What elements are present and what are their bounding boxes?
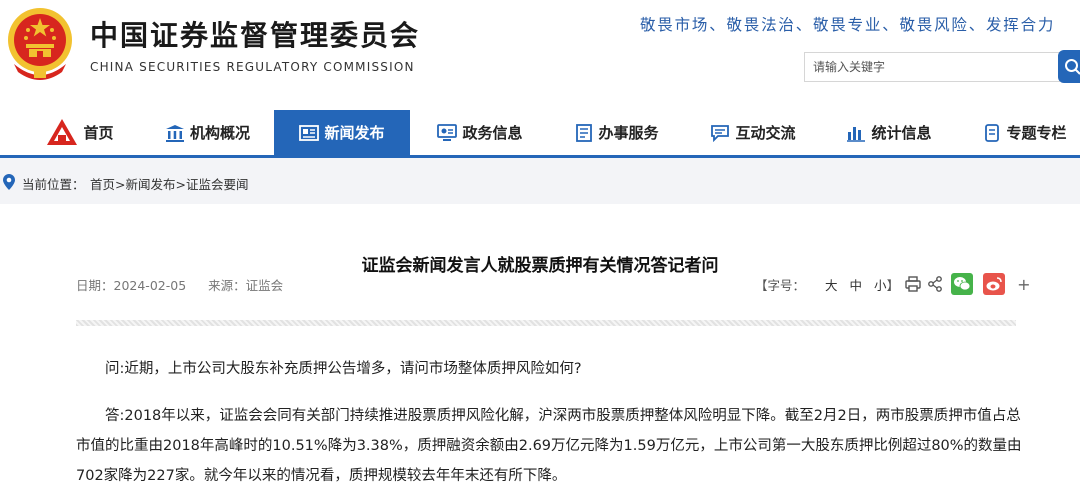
weibo-share-button[interactable]	[983, 273, 1006, 295]
font-size-close: 】	[886, 277, 900, 293]
news-icon	[299, 124, 320, 141]
font-size-label: 【字号：	[755, 277, 806, 293]
nav-label: 机构概况	[189, 124, 250, 142]
print-icon[interactable]	[905, 276, 921, 292]
org-name-en: CHINA SECURITIES REGULATORY COMMISSION	[90, 60, 415, 74]
nav-item-institution[interactable]: 机构概况	[150, 110, 265, 155]
breadcrumb-label: 当前位置：	[22, 177, 85, 192]
nav-label: 统计信息	[871, 124, 932, 142]
search-input[interactable]	[804, 52, 1060, 82]
nav-label: 新闻发布	[324, 124, 385, 142]
nav-item-services[interactable]: 办事服务	[562, 110, 672, 155]
article-tools: 【字号： 大 中 小 】 +	[755, 272, 1030, 296]
article-meta: 日期：2024-02-05 来源：证监会	[76, 275, 301, 294]
nav-item-interaction[interactable]: 互动交流	[698, 110, 808, 155]
nav-label: 首页	[83, 124, 114, 142]
org-name-cn: 中国证券监督管理委员会	[90, 19, 421, 52]
nav-item-home[interactable]: 首页	[30, 110, 130, 155]
article-date: 日期：2024-02-05	[76, 278, 187, 293]
building-icon	[165, 124, 184, 142]
form-icon	[576, 123, 593, 142]
monitor-icon	[437, 123, 458, 141]
nav-label: 政务信息	[462, 124, 523, 142]
nav-label: 互动交流	[735, 124, 796, 142]
font-size-small[interactable]: 小	[874, 275, 887, 294]
article-paragraph-answer: 答:2018年以来，证监会会同有关部门持续推进股票质押风险化解，沪深两市股票质押…	[76, 408, 1022, 484]
slogan: 敬畏市场、敬畏法治、敬畏专业、敬畏风险、发挥合力	[640, 16, 1056, 34]
article-card: 证监会新闻发言人就股票质押有关情况答记者问 日期：2024-02-05 来源：证…	[0, 204, 1080, 496]
search-icon	[1065, 59, 1080, 75]
chat-icon	[711, 124, 730, 142]
wechat-icon	[954, 277, 971, 291]
weibo-icon	[986, 277, 1002, 291]
font-size-large[interactable]: 大	[825, 275, 838, 294]
national-emblem-logo[interactable]	[4, 6, 76, 84]
breadcrumb-path[interactable]: 首页>新闻发布>证监会要闻	[90, 174, 248, 193]
site-header: 中国证券监督管理委员会 CHINA SECURITIES REGULATORY …	[0, 0, 1080, 110]
location-pin-icon	[3, 174, 15, 190]
nav-label: 专题专栏	[1006, 124, 1067, 142]
bar-chart-icon	[847, 126, 866, 142]
more-share-button[interactable]: +	[1017, 275, 1030, 294]
article-paragraph-question: 问:近期，上市公司大股东补充质押公告增多，请问市场整体质押风险如何?	[105, 361, 582, 377]
main-nav: 首页 机构概况 新闻发布 政务信息 办事服务 互动交流 统计信息 专题专栏	[0, 110, 1080, 158]
article-source: 来源：证监会	[208, 278, 284, 293]
breadcrumb: 当前位置： 首页>新闻发布>证监会要闻	[0, 170, 1080, 194]
emblem-home-icon	[47, 118, 78, 145]
nav-item-special-topics[interactable]: 专题专栏	[970, 110, 1080, 155]
nav-item-government-info[interactable]: 政务信息	[425, 110, 535, 155]
share-icon[interactable]	[927, 276, 943, 292]
divider	[76, 320, 1016, 326]
font-size-medium[interactable]: 中	[850, 275, 863, 294]
nav-item-statistics[interactable]: 统计信息	[834, 110, 944, 155]
nav-item-news[interactable]: 新闻发布	[274, 110, 410, 155]
document-icon	[985, 123, 1000, 142]
search-button[interactable]	[1058, 50, 1080, 83]
nav-label: 办事服务	[598, 124, 659, 142]
wechat-share-button[interactable]	[951, 273, 974, 295]
